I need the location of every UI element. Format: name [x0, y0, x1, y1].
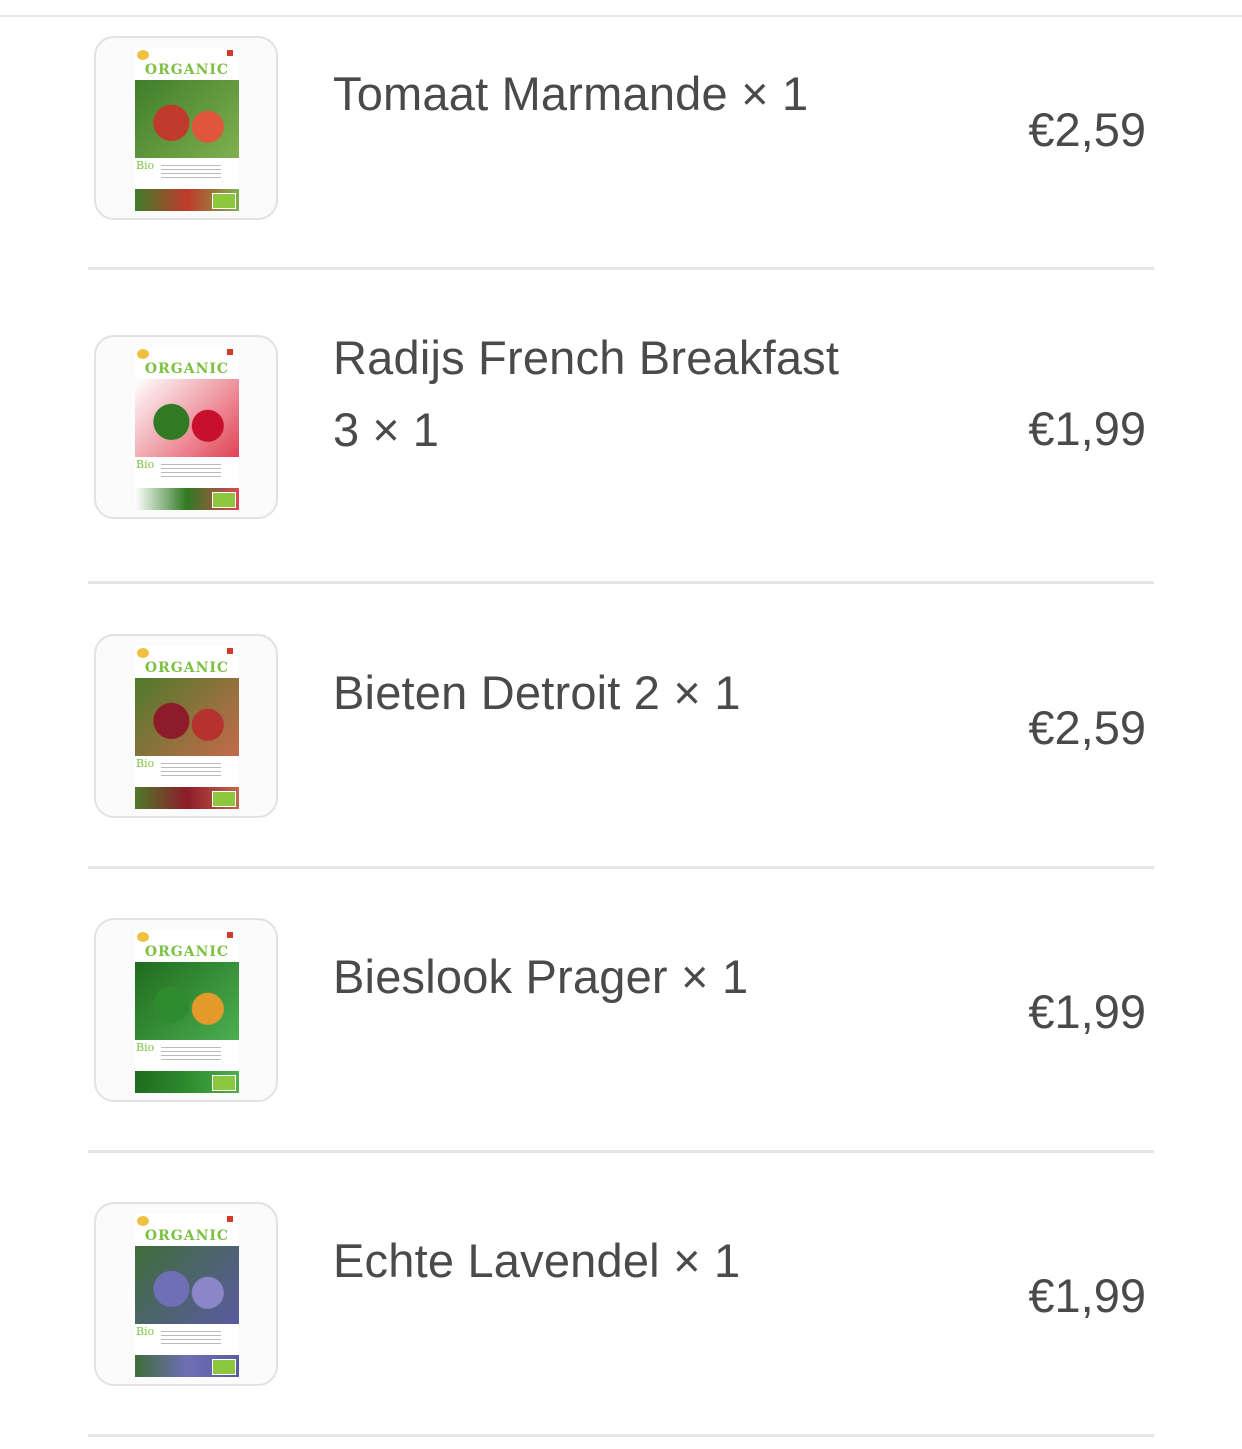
product-name: Tomaat Marmande × 1 — [333, 67, 809, 120]
row-divider — [88, 1434, 1154, 1437]
product-name: Radijs French Breakfast — [333, 331, 840, 384]
packet-bottom-photo — [135, 488, 239, 510]
vegetable-photo — [135, 678, 239, 756]
packet-text-lines — [161, 1047, 221, 1061]
packet-tag-icon — [227, 1216, 233, 1222]
product-price: €2,59 — [1028, 103, 1146, 156]
bio-label: Bio — [136, 1325, 155, 1338]
organic-brand-logo: ORGANIC — [144, 361, 230, 377]
packet-tag-icon — [227, 932, 233, 938]
packet-text-lines — [161, 165, 221, 179]
seed-packet-image: ORGANIC Bio — [135, 48, 239, 211]
eu-organic-leaf-icon — [212, 1359, 236, 1375]
product-price: €1,99 — [1028, 402, 1146, 455]
product-name: Bieten Detroit 2 × 1 — [333, 666, 741, 719]
seed-packet-image: ORGANIC Bio — [135, 1214, 239, 1377]
vegetable-photo — [135, 1246, 239, 1324]
bio-label: Bio — [136, 757, 155, 770]
vegetable-photo — [135, 80, 239, 158]
packet-tag-icon — [227, 349, 233, 355]
top-separator — [0, 0, 1242, 17]
product-name: Echte Lavendel × 1 — [333, 1234, 741, 1287]
packet-text-lines — [161, 464, 221, 478]
organic-brand-logo: ORGANIC — [144, 944, 230, 960]
product-thumbnail[interactable]: ORGANIC Bio — [94, 634, 278, 818]
organic-brand-logo: ORGANIC — [144, 660, 230, 676]
organic-brand-logo: ORGANIC — [144, 1228, 230, 1244]
packet-tag-icon — [227, 648, 233, 654]
eu-organic-leaf-icon — [212, 492, 236, 508]
packet-label: Bio — [135, 1325, 239, 1355]
bee-logo-icon — [137, 1216, 149, 1226]
bee-logo-icon — [137, 648, 149, 658]
product-thumbnail[interactable]: ORGANIC Bio — [94, 1202, 278, 1386]
seed-packet-image: ORGANIC Bio — [135, 347, 239, 510]
bee-logo-icon — [137, 50, 149, 60]
packet-bottom-photo — [135, 189, 239, 211]
product-name-line2: 3 × 1 — [333, 403, 439, 456]
organic-brand-logo: ORGANIC — [144, 62, 230, 78]
bee-logo-icon — [137, 349, 149, 359]
seed-packet-image: ORGANIC Bio — [135, 930, 239, 1093]
packet-bottom-photo — [135, 787, 239, 809]
packet-label: Bio — [135, 458, 239, 488]
packet-tag-icon — [227, 50, 233, 56]
packet-text-lines — [161, 1331, 221, 1345]
bio-label: Bio — [136, 159, 155, 172]
packet-bottom-photo — [135, 1071, 239, 1093]
eu-organic-leaf-icon — [212, 1075, 236, 1091]
bee-logo-icon — [137, 932, 149, 942]
bio-label: Bio — [136, 458, 155, 471]
row-divider — [88, 267, 1154, 270]
product-thumbnail[interactable]: ORGANIC Bio — [94, 918, 278, 1102]
packet-text-lines — [161, 763, 221, 777]
vegetable-photo — [135, 962, 239, 1040]
row-divider — [88, 581, 1154, 584]
packet-label: Bio — [135, 159, 239, 189]
seed-packet-image: ORGANIC Bio — [135, 646, 239, 809]
packet-label: Bio — [135, 1041, 239, 1071]
product-price: €2,59 — [1028, 701, 1146, 754]
bio-label: Bio — [136, 1041, 155, 1054]
row-divider — [88, 866, 1154, 869]
product-price: €1,99 — [1028, 985, 1146, 1038]
product-thumbnail[interactable]: ORGANIC Bio — [94, 36, 278, 220]
product-price: €1,99 — [1028, 1269, 1146, 1322]
eu-organic-leaf-icon — [212, 193, 236, 209]
vegetable-photo — [135, 379, 239, 457]
eu-organic-leaf-icon — [212, 791, 236, 807]
row-divider — [88, 1150, 1154, 1153]
product-thumbnail[interactable]: ORGANIC Bio — [94, 335, 278, 519]
packet-label: Bio — [135, 757, 239, 787]
packet-bottom-photo — [135, 1355, 239, 1377]
product-name: Bieslook Prager × 1 — [333, 950, 749, 1003]
